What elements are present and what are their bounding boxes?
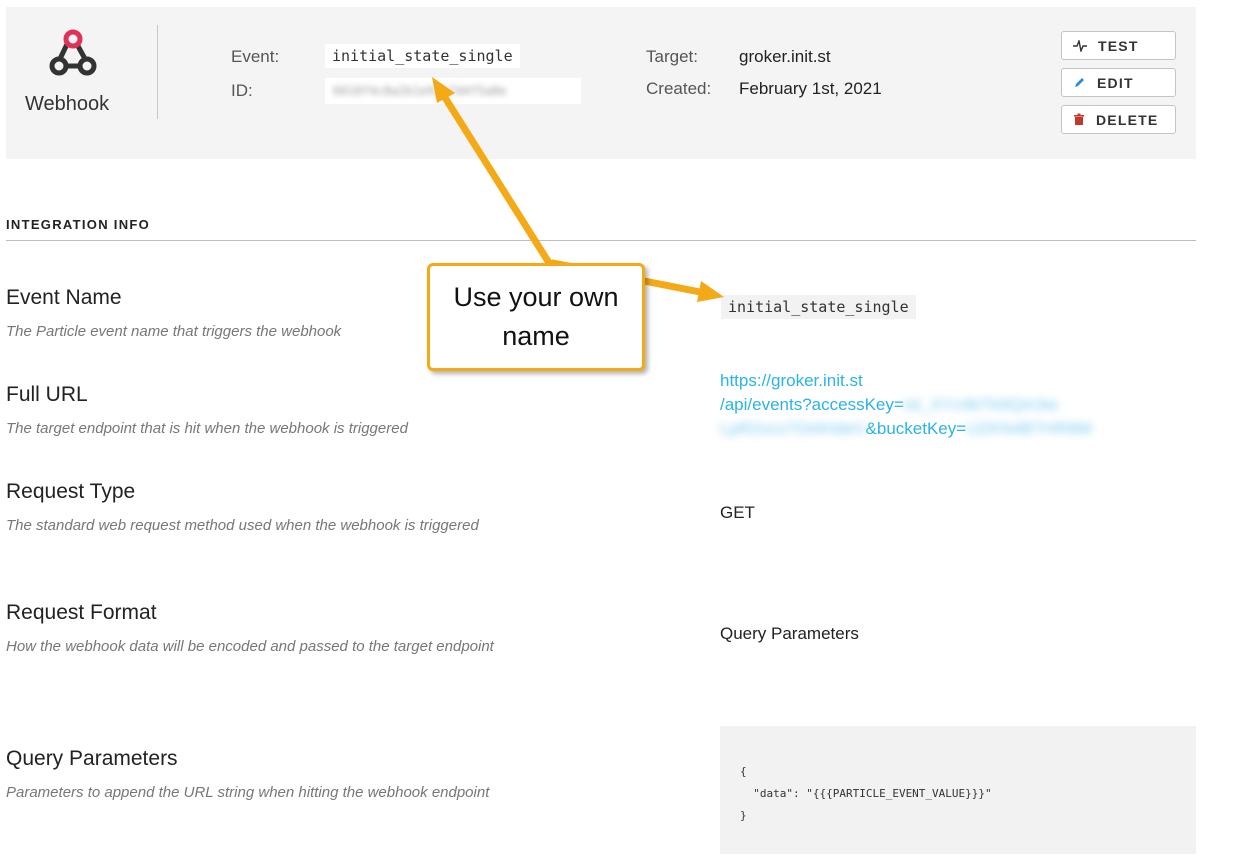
annotation-arrows: [432, 77, 724, 302]
annotation-callout: Use your own name: [427, 263, 645, 371]
arrow-to-header-event: [432, 77, 555, 270]
annotation-text: Use your own name: [453, 282, 619, 351]
